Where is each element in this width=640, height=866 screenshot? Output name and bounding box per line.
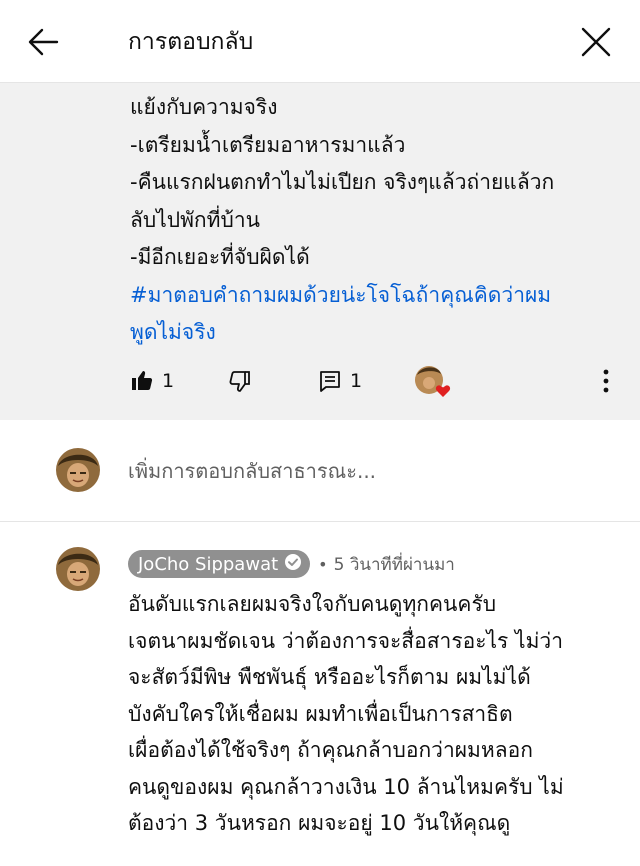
comment-line: แย้งกับความจริง	[130, 95, 278, 119]
avatar	[56, 448, 100, 492]
author-name: JoCho Sippawat	[138, 553, 279, 575]
reply-button[interactable]: 1	[318, 361, 362, 401]
comment-line: -มีอีกเยอะที่จับผิดได้	[130, 245, 310, 269]
timestamp: 5 วินาทีที่ผ่านมา	[333, 554, 455, 575]
thumbs-up-icon	[130, 369, 154, 393]
add-reply-row[interactable]: เพิ่มการตอบกลับสาธารณะ...	[0, 421, 640, 522]
hashtag-link[interactable]: #มาตอบคำถามผมด้วยน่ะโจโฉถ้าคุณคิดว่าผม	[130, 277, 620, 315]
comment-line: -เตรียมน้ำเตรียมอาหารมาแล้ว	[130, 132, 406, 157]
verified-icon	[284, 553, 302, 576]
reply-comment: JoCho Sippawat • 5 วินาทีที่ผ่านมา อันดั…	[0, 522, 640, 866]
like-count: 1	[162, 370, 175, 392]
comment-icon	[318, 369, 342, 393]
separator-dot: •	[318, 554, 328, 574]
comment-line: อันดับแรกเลยผมจริงใจกับคนดูทุกคนครับ	[128, 592, 497, 616]
parent-comment: แย้งกับความจริง -เตรียมน้ำเตรียมอาหารมาแ…	[0, 83, 640, 420]
close-icon[interactable]	[576, 22, 616, 62]
parent-comment-text: แย้งกับความจริง -เตรียมน้ำเตรียมอาหารมาแ…	[130, 89, 620, 352]
thumbs-down-icon	[228, 369, 252, 393]
comment-line: เผื่อต้องได้ใช้จริงๆ ถ้าคุณกล้าบอกว่าผมห…	[128, 738, 533, 762]
comment-line: บังคับใครให้เชื่อผม ผมทำเพื่อเป็นการสาธิ…	[128, 701, 513, 726]
author-chip[interactable]: JoCho Sippawat	[128, 550, 311, 578]
page-title: การตอบกลับ	[128, 29, 254, 55]
creator-avatar-heart-icon	[414, 364, 454, 398]
reply-count: 1	[350, 370, 363, 392]
creator-heart	[414, 361, 454, 401]
back-arrow-icon[interactable]	[24, 22, 64, 62]
like-button[interactable]: 1	[130, 361, 174, 401]
hashtag-link[interactable]: พูดไม่จริง	[130, 314, 620, 352]
comment-meta: JoCho Sippawat • 5 วินาทีที่ผ่านมา	[128, 549, 455, 579]
reply-input[interactable]: เพิ่มการตอบกลับสาธารณะ...	[128, 451, 376, 491]
comment-line: -คืนแรกฝนตกทำไมไม่เปียก จริงๆแล้วถ่ายแล้…	[130, 170, 555, 194]
more-options-icon[interactable]	[596, 361, 616, 401]
reply-comment-text: อันดับแรกเลยผมจริงใจกับคนดูทุกคนครับ เจต…	[128, 586, 628, 842]
comment-actions: 1 1	[0, 361, 640, 401]
comment-line: ลับไปพักที่บ้าน	[130, 207, 260, 232]
avatar[interactable]	[56, 547, 100, 591]
top-bar: การตอบกลับ	[0, 0, 640, 83]
comment-line: จะสัตว์มีพิษ พืชพันธุ์ หรืออะไรก็ตาม ผมไ…	[128, 665, 531, 689]
comment-line: คนดูของผม คุณกล้าวางเงิน 10 ล้านไหมครับ …	[128, 774, 564, 799]
comment-line: ต้องว่า 3 วันหรอก ผมจะอยู่ 10 วันให้คุณด…	[128, 811, 511, 835]
dislike-button[interactable]	[228, 361, 252, 401]
comment-line: เจตนาผมชัดเจน ว่าต้องการจะสื่อสารอะไร ไม…	[128, 628, 563, 653]
